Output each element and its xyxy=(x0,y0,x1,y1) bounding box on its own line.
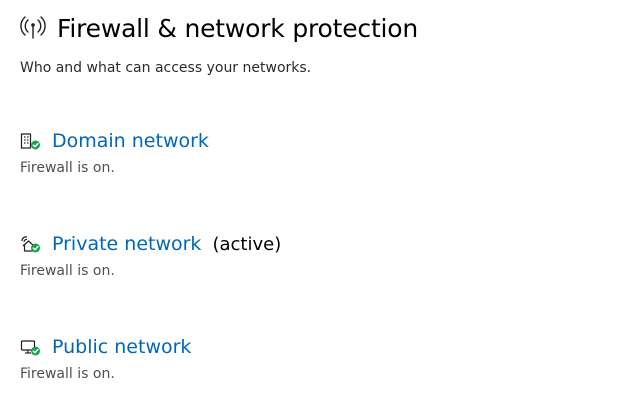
domain-network-section: Domain network Firewall is on. xyxy=(20,128,610,176)
public-network-status: Firewall is on. xyxy=(20,366,115,382)
private-network-status: Firewall is on. xyxy=(20,263,115,279)
private-network-link[interactable]: Private network xyxy=(52,233,201,255)
antenna-signal-icon xyxy=(20,14,46,40)
domain-building-check-icon xyxy=(20,131,42,151)
domain-network-link[interactable]: Domain network xyxy=(52,130,209,152)
page-header: Firewall & network protection xyxy=(20,8,418,48)
public-monitor-check-icon xyxy=(20,337,42,357)
domain-network-status: Firewall is on. xyxy=(20,160,115,176)
private-network-section: Private network (active) Firewall is on. xyxy=(20,231,610,279)
public-network-section: Public network Firewall is on. xyxy=(20,334,610,382)
private-house-check-icon xyxy=(20,234,42,254)
private-network-active-label: (active) xyxy=(212,233,282,255)
page-title: Firewall & network protection xyxy=(57,13,419,43)
public-network-link[interactable]: Public network xyxy=(52,336,191,358)
page-subtitle: Who and what can access your networks. xyxy=(20,60,312,76)
